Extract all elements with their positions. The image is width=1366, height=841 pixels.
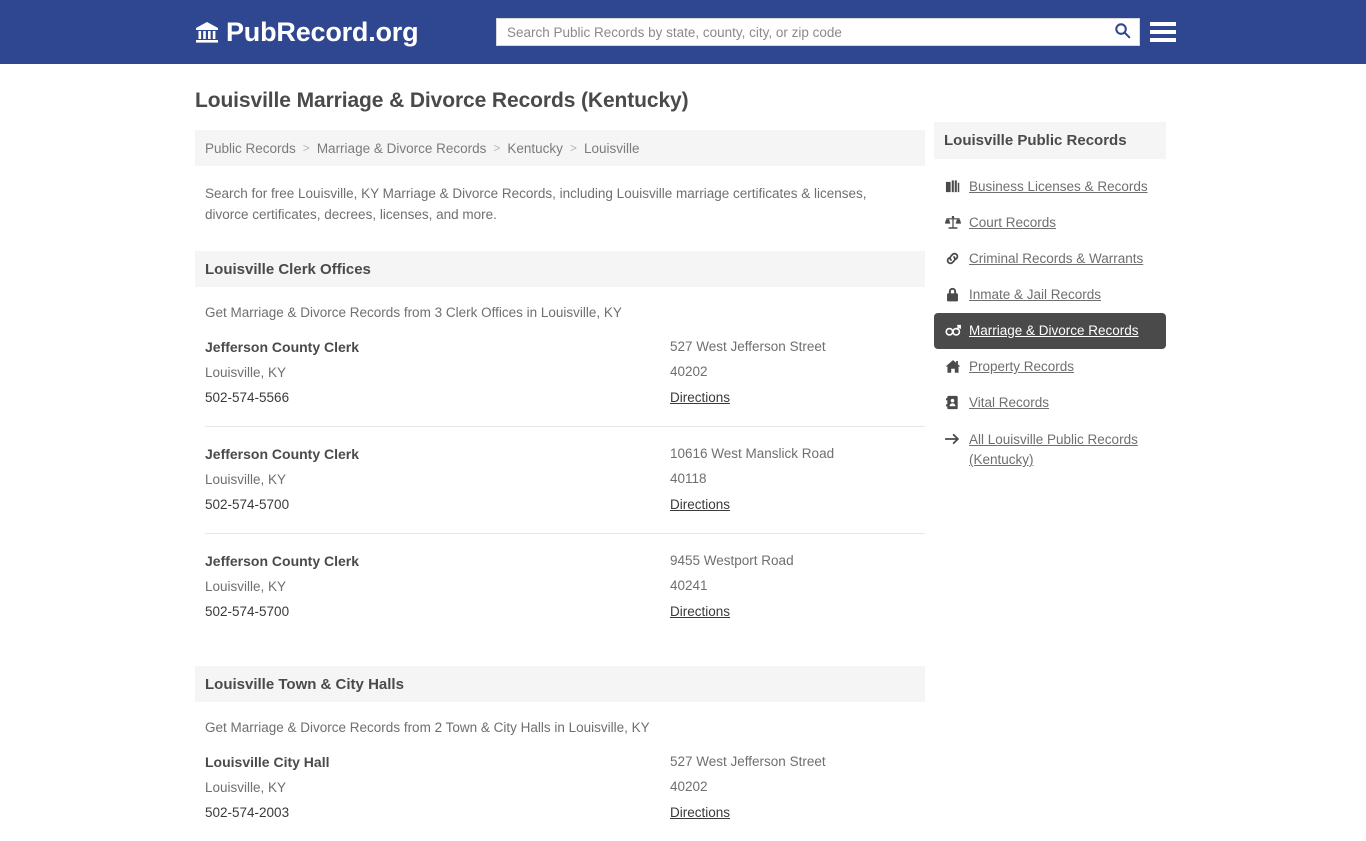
directions-link[interactable]: Directions	[670, 805, 730, 820]
listing-city-state: Louisville, KY	[205, 780, 287, 795]
sidebar-item-label: Business Licenses & Records	[969, 179, 1148, 194]
listing-right-column: 527 West Jefferson Street 40202 Directio…	[670, 339, 925, 407]
search-icon	[1114, 22, 1131, 42]
sidebar-item-label: Court Records	[969, 215, 1057, 230]
listing-row[interactable]: Jefferson County Clerk Louisville, KY 50…	[205, 426, 925, 533]
listing-zip: 40118	[670, 471, 707, 486]
padlock-icon	[944, 285, 961, 302]
listing-city-state: Louisville, KY	[205, 579, 287, 594]
hamburger-menu-icon-bar2	[1150, 30, 1176, 34]
briefcase-icon	[944, 177, 961, 194]
section-heading-clerk-offices: Louisville Clerk Offices	[195, 251, 925, 287]
listing-phone: 502-574-5566	[205, 390, 290, 405]
listing-left-column: Jefferson County Clerk Louisville, KY 50…	[205, 553, 670, 621]
listing-left-column: Louisville City Hall Louisville, KY 502-…	[205, 754, 670, 822]
listing-name: Jefferson County Clerk	[205, 339, 360, 355]
scales-of-justice-icon	[944, 213, 961, 230]
section-subtext-town-city-halls: Get Marriage & Divorce Records from 2 To…	[205, 720, 650, 735]
listing-street: 527 West Jefferson Street	[670, 339, 826, 354]
chain-link-icon	[944, 249, 961, 266]
listing-right-column: 10616 West Manslick Road 40118 Direction…	[670, 446, 925, 514]
sidebar-item-inmate-jail-records[interactable]: Inmate & Jail Records	[934, 277, 1166, 313]
site-header: PubRecord.org	[0, 0, 1366, 64]
listing-left-column: Jefferson County Clerk Louisville, KY 50…	[205, 446, 670, 514]
listing-name: Jefferson County Clerk	[205, 553, 360, 569]
sidebar-item-business-licenses[interactable]: Business Licenses & Records	[934, 169, 1166, 205]
bank-building-icon	[195, 20, 219, 44]
directions-link[interactable]: Directions	[670, 390, 730, 405]
search-bar	[496, 18, 1140, 46]
breadcrumb-separator: >	[569, 141, 577, 155]
section-subtext-clerk-offices: Get Marriage & Divorce Records from 3 Cl…	[205, 305, 622, 320]
site-logo-text: PubRecord.org	[226, 16, 419, 47]
sidebar-item-label: Marriage & Divorce Records	[969, 323, 1139, 338]
sidebar-item-all-public-records[interactable]: All Louisville Public Records (Kentucky)	[934, 421, 1166, 478]
sidebar-item-label: Vital Records	[969, 395, 1050, 410]
listing-street: 10616 West Manslick Road	[670, 446, 835, 461]
listing-row[interactable]: Louisville City Hall Louisville, KY 502-…	[205, 735, 925, 841]
breadcrumb-separator: >	[302, 141, 310, 155]
sidebar-item-court-records[interactable]: Court Records	[934, 205, 1166, 241]
listing-phone: 502-574-2003	[205, 805, 290, 820]
listing-row[interactable]: Jefferson County Clerk Louisville, KY 50…	[205, 533, 925, 640]
sidebar-item-label: All Louisville Public Records (Kentucky)	[969, 432, 1138, 467]
arrow-right-icon	[944, 430, 961, 446]
breadcrumb-item-1[interactable]: Marriage & Divorce Records	[317, 141, 487, 156]
hamburger-menu-icon	[1150, 22, 1176, 26]
sidebar-item-vital-records[interactable]: Vital Records	[934, 385, 1166, 421]
listing-zip: 40202	[670, 779, 708, 794]
site-logo[interactable]: PubRecord.org	[195, 16, 419, 48]
listing-city-state: Louisville, KY	[205, 472, 287, 487]
page-title: Louisville Marriage & Divorce Records (K…	[195, 89, 689, 112]
sidebar: Louisville Public Records Business Licen…	[934, 122, 1166, 478]
sidebar-item-criminal-records[interactable]: Criminal Records & Warrants	[934, 241, 1166, 277]
hamburger-menu-icon-bar3	[1150, 38, 1176, 42]
directions-link[interactable]: Directions	[670, 604, 730, 619]
breadcrumb-item-0[interactable]: Public Records	[205, 141, 296, 156]
breadcrumb-separator: >	[493, 141, 501, 155]
listing-name: Jefferson County Clerk	[205, 446, 360, 462]
sidebar-item-property-records[interactable]: Property Records	[934, 349, 1166, 385]
section-heading-town-city-halls: Louisville Town & City Halls	[195, 666, 925, 702]
breadcrumb-item-current: Louisville	[583, 140, 640, 156]
sidebar-item-label: Criminal Records & Warrants	[969, 251, 1144, 266]
listing-right-column: 527 West Jefferson Street 40202 Directio…	[670, 754, 925, 822]
home-icon	[944, 357, 961, 374]
sidebar-item-marriage-divorce-records[interactable]: Marriage & Divorce Records	[934, 313, 1166, 349]
listing-street: 527 West Jefferson Street	[670, 754, 826, 769]
breadcrumb-item-2[interactable]: Kentucky	[507, 141, 563, 156]
listing-left-column: Jefferson County Clerk Louisville, KY 50…	[205, 339, 670, 407]
directions-link[interactable]: Directions	[670, 497, 730, 512]
main-content: Louisville Marriage & Divorce Records (K…	[195, 88, 925, 841]
address-book-icon	[944, 393, 961, 410]
listing-city-state: Louisville, KY	[205, 365, 287, 380]
sidebar-list: Business Licenses & Records Court Record…	[934, 169, 1166, 478]
listing-street: 9455 Westport Road	[670, 553, 794, 568]
listing-right-column: 9455 Westport Road 40241 Directions	[670, 553, 925, 621]
search-input[interactable]	[497, 19, 1105, 45]
hamburger-menu-button[interactable]	[1150, 18, 1176, 46]
search-button[interactable]	[1105, 19, 1139, 45]
sidebar-item-label: Inmate & Jail Records	[969, 287, 1102, 302]
listing-zip: 40241	[670, 578, 708, 593]
venus-mars-icon	[944, 321, 961, 338]
breadcrumb: Public Records > Marriage & Divorce Reco…	[195, 130, 925, 166]
sidebar-item-label: Property Records	[969, 359, 1075, 374]
listing-zip: 40202	[670, 364, 708, 379]
listing-phone: 502-574-5700	[205, 604, 290, 619]
listing-phone: 502-574-5700	[205, 497, 290, 512]
sidebar-heading: Louisville Public Records	[934, 122, 1166, 159]
listing-row[interactable]: Jefferson County Clerk Louisville, KY 50…	[205, 320, 925, 426]
page-description: Search for free Louisville, KY Marriage …	[205, 186, 867, 222]
